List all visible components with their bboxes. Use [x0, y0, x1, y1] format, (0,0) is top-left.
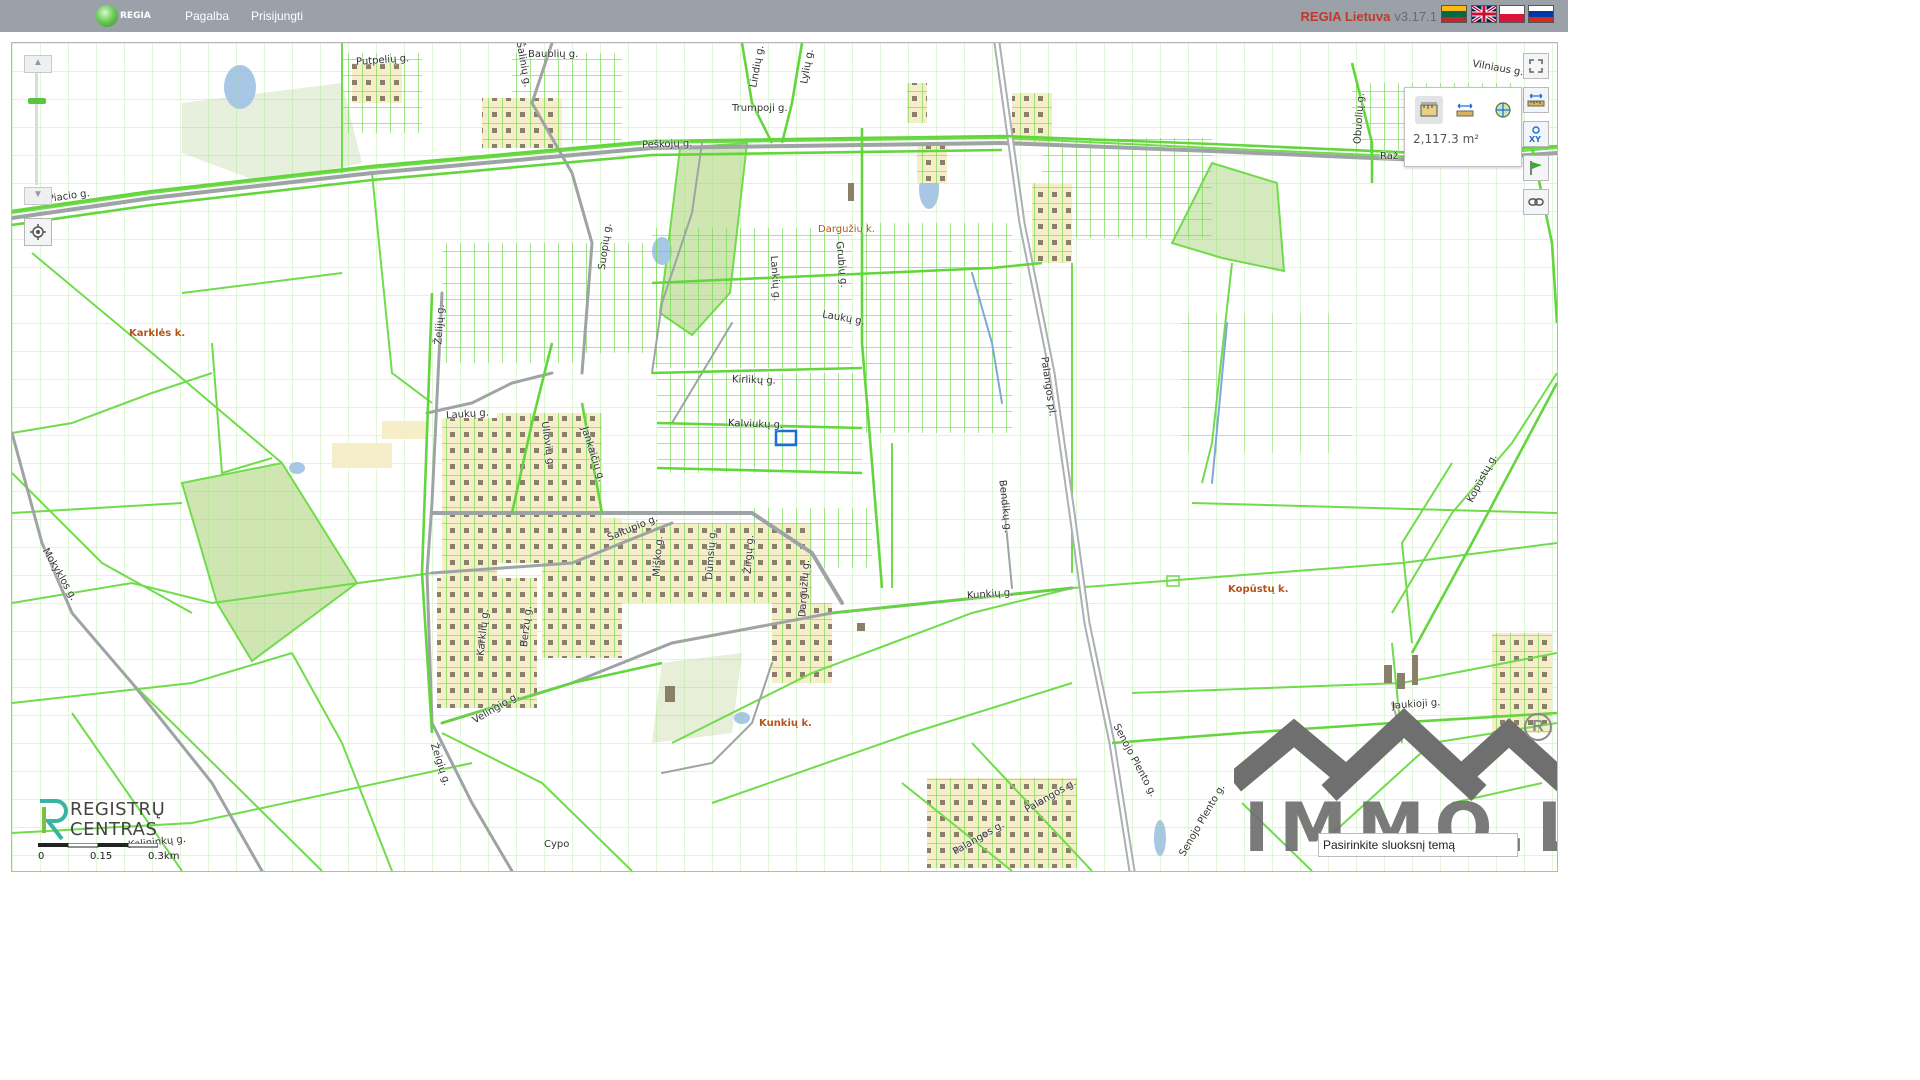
map-layer	[12, 43, 1557, 871]
flag-marker-icon	[1530, 161, 1542, 175]
app-title: REGIA Lietuva v3.17.1	[1301, 9, 1437, 24]
road-label: Trumpoji g.	[732, 103, 788, 114]
link-icon	[1528, 198, 1544, 206]
registru-centras-line2: CENTRAS	[70, 819, 158, 840]
fullscreen-icon	[1529, 59, 1543, 73]
measure-panel: 2,117.3 m²	[1404, 87, 1522, 167]
measure-icon	[1527, 93, 1545, 107]
fullscreen-button[interactable]	[1523, 53, 1549, 79]
flag-poland-icon[interactable]	[1499, 5, 1525, 23]
zoom-control: ▲ ▼	[24, 55, 52, 205]
marker-button[interactable]	[1523, 155, 1549, 181]
road-label: Cypo	[544, 839, 570, 850]
flag-uk-icon[interactable]	[1471, 5, 1497, 23]
scale-label-end: 0.3km	[148, 851, 180, 862]
registru-centras-logo-icon	[40, 799, 68, 841]
flag-lithuania-icon[interactable]	[1441, 5, 1467, 23]
house-block	[1492, 633, 1552, 733]
house-block	[482, 98, 562, 148]
plot-block	[652, 228, 852, 368]
link-button[interactable]	[1523, 189, 1549, 215]
house-block	[382, 421, 427, 439]
road-label: Dargužių k.	[818, 224, 875, 235]
village-label: Kunkių k.	[759, 718, 812, 729]
registru-centras-line1: REGISTRŲ	[70, 799, 166, 820]
road-label: Peškojų g.	[641, 138, 693, 151]
cadastral-map[interactable]: Piaciо g. Peškojų g. Baublių g. Putpelių…	[11, 42, 1558, 872]
regia-logo-icon	[96, 5, 118, 27]
nav-login-link[interactable]: Prisijungti	[251, 9, 303, 23]
scale-label-start: 0	[38, 851, 45, 862]
app-name: REGIA Lietuva	[1300, 9, 1391, 24]
area-measurement-value: 2,117.3 m²	[1413, 132, 1480, 146]
distance-measure-icon	[1456, 103, 1474, 117]
road-label: Raž	[1380, 151, 1399, 162]
layer-search-input[interactable]	[1318, 833, 1518, 857]
house-block	[332, 443, 392, 468]
locate-icon	[30, 224, 46, 240]
regia-logo-text: REGIA	[120, 11, 151, 21]
village-label: Karklės k.	[129, 328, 186, 339]
road-label: Baublių g.	[528, 49, 579, 60]
scale-bar: 0 0.15 0.3km	[38, 843, 180, 865]
plot-block	[442, 243, 582, 363]
coordinates-button[interactable]: XY	[1523, 121, 1549, 147]
road-label: Kirlikų g.	[731, 374, 777, 387]
road-label: Kalviukų g.	[727, 418, 784, 431]
zoom-slider-track[interactable]	[35, 73, 38, 185]
plot-block	[1182, 313, 1352, 453]
zoom-in-button[interactable]: ▲	[24, 55, 52, 73]
house-block	[1032, 183, 1072, 263]
coordinates-xy-icon: XY	[1529, 126, 1541, 143]
village-label: Kopūstų k.	[1228, 584, 1289, 595]
house-block	[352, 63, 402, 103]
nav-help-link[interactable]: Pagalba	[185, 9, 229, 23]
area-measure-icon	[1420, 102, 1438, 117]
svg-text:XY: XY	[1529, 135, 1541, 143]
house-block	[907, 83, 927, 123]
regia-logo[interactable]: REGIA	[96, 4, 151, 28]
registru-centras-logo: REGISTRŲ CENTRAS	[36, 795, 186, 845]
scale-label-mid: 0.15	[90, 851, 113, 862]
house-block	[917, 143, 947, 183]
top-bar: REGIA Pagalba Prisijungti REGIA Lietuva v…	[0, 0, 1568, 32]
point-icon	[1495, 102, 1511, 118]
locate-button[interactable]	[24, 218, 52, 246]
plot-block	[862, 223, 1012, 433]
point-measure-button[interactable]	[1489, 96, 1517, 124]
distance-measure-button[interactable]	[1451, 96, 1479, 124]
measure-button[interactable]	[1523, 87, 1549, 113]
zoom-out-button[interactable]: ▼	[24, 187, 52, 205]
zoom-slider-handle[interactable]	[28, 98, 46, 104]
flag-russia-icon[interactable]	[1528, 5, 1554, 23]
area-measure-button[interactable]	[1415, 96, 1443, 124]
app-version: v3.17.1	[1394, 9, 1437, 24]
